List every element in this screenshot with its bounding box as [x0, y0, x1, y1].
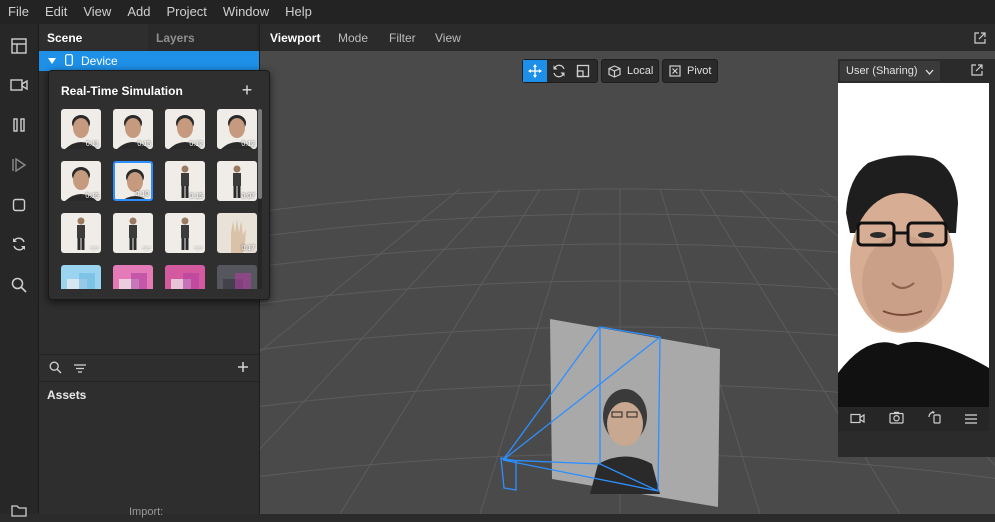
- simulation-thumbnail[interactable]: -:--: [61, 213, 101, 253]
- search-icon[interactable]: [49, 361, 62, 377]
- local-label: Local: [627, 65, 654, 77]
- menu-edit[interactable]: Edit: [37, 0, 75, 24]
- pivot-icon: [669, 65, 681, 77]
- tab-filter[interactable]: Filter: [389, 24, 416, 53]
- simulation-thumbnail[interactable]: [113, 265, 153, 289]
- tab-scene[interactable]: Scene: [39, 24, 148, 51]
- video-camera-icon[interactable]: [850, 412, 865, 427]
- thumbnail-duration: 0:15: [85, 193, 99, 200]
- menu-window[interactable]: Window: [215, 0, 277, 24]
- tab-view[interactable]: View: [435, 24, 461, 53]
- menu-file[interactable]: File: [0, 0, 37, 24]
- preview-select-label: User (Sharing): [846, 65, 918, 77]
- simulation-thumbnail[interactable]: 0:15: [165, 161, 205, 201]
- import-label[interactable]: Import:: [129, 506, 163, 518]
- simulation-thumbnail[interactable]: 0:17: [217, 213, 257, 253]
- popout-icon[interactable]: [971, 64, 983, 79]
- simulation-thumbnail[interactable]: 0:12: [217, 109, 257, 149]
- screenshot-camera-icon[interactable]: [889, 411, 904, 427]
- chevron-down-icon: [925, 62, 934, 82]
- camera-icon[interactable]: [7, 73, 31, 97]
- pivot-label: Pivot: [687, 65, 712, 77]
- preview-camera-feed: [838, 83, 989, 407]
- stop-icon[interactable]: [7, 193, 31, 217]
- simulation-thumbnail[interactable]: 0:15: [61, 161, 101, 201]
- popup-scrollbar[interactable]: [258, 109, 262, 289]
- thumbnail-duration: 0:15: [189, 193, 203, 200]
- search-icon[interactable]: [7, 273, 31, 297]
- simulation-thumbnail[interactable]: [217, 265, 257, 289]
- preview-controls: [838, 407, 989, 431]
- expand-arrow-icon[interactable]: [48, 54, 56, 68]
- simulation-thumbnails: 0:11 0:15 0:12 0:12 0:15 0:10 0:15 0:07 -:-- -:--…: [61, 109, 259, 289]
- layout-icon[interactable]: [7, 34, 31, 58]
- scale-tool-icon[interactable]: [571, 60, 595, 82]
- simulation-thumbnail[interactable]: -:--: [113, 213, 153, 253]
- thumbnail-duration: -:--: [194, 245, 203, 252]
- thumbnail-duration: 0:12: [241, 141, 255, 148]
- cube-icon: [608, 64, 621, 78]
- menu-add[interactable]: Add: [119, 0, 158, 24]
- rotate-tool-icon[interactable]: [547, 60, 571, 82]
- filter-icon[interactable]: [73, 362, 87, 377]
- scene-tabs: Scene Layers: [39, 24, 259, 51]
- side-toolbar: [0, 24, 39, 517]
- preview-person-illustration: [838, 83, 989, 407]
- popup-title: Real-Time Simulation: [61, 84, 183, 98]
- thumbnail-duration: 0:15: [137, 141, 151, 148]
- thumbnail-duration: 0:12: [189, 141, 203, 148]
- simulation-thumbnail[interactable]: 0:12: [165, 109, 205, 149]
- thumbnail-duration: 0:11: [85, 141, 99, 148]
- tab-mode[interactable]: Mode: [338, 24, 368, 53]
- tab-viewport[interactable]: Viewport: [270, 24, 320, 53]
- simulation-thumbnail[interactable]: 0:11: [61, 109, 101, 149]
- simulation-thumbnail[interactable]: -:--: [165, 213, 205, 253]
- simulation-thumbnail[interactable]: [61, 265, 101, 289]
- device-row[interactable]: Device: [39, 51, 259, 71]
- add-object-icon[interactable]: [237, 361, 249, 376]
- thumbnail-duration: -:--: [142, 245, 151, 252]
- menu-project[interactable]: Project: [158, 0, 214, 24]
- popout-icon[interactable]: [974, 32, 986, 47]
- folder-icon[interactable]: [7, 498, 31, 522]
- menu-bar: File Edit View Add Project Window Help: [0, 0, 995, 24]
- thumbnail-duration: -:--: [90, 245, 99, 252]
- device-label: Device: [81, 54, 118, 68]
- refresh-icon[interactable]: [7, 232, 31, 256]
- scene-tools-bar: [39, 354, 259, 382]
- preview-panel: User (Sharing): [838, 59, 995, 457]
- step-forward-icon[interactable]: [7, 153, 31, 177]
- pause-icon[interactable]: [7, 113, 31, 137]
- tab-layers[interactable]: Layers: [148, 24, 257, 51]
- simulation-thumbnail[interactable]: 0:07: [217, 161, 257, 201]
- simulation-popup: Real-Time Simulation + 0:11 0:15 0:12 0:12 0…: [48, 70, 270, 300]
- move-tool-icon[interactable]: [523, 60, 547, 82]
- simulation-thumbnail[interactable]: [165, 265, 205, 289]
- phone-icon: [65, 53, 73, 69]
- menu-help[interactable]: Help: [277, 0, 320, 24]
- simulation-thumbnail[interactable]: 0:10: [113, 161, 153, 201]
- local-toggle[interactable]: Local: [601, 59, 659, 83]
- viewport-panel: Viewport Mode Filter View Local Pivot Us…: [260, 24, 995, 514]
- rotate-device-icon[interactable]: [928, 411, 941, 427]
- simulation-thumbnail[interactable]: 0:15: [113, 109, 153, 149]
- menu-icon[interactable]: [965, 412, 977, 427]
- transform-tools: [522, 59, 598, 83]
- thumbnail-duration: 0:17: [241, 245, 255, 252]
- assets-title: Assets: [47, 388, 87, 402]
- thumbnail-duration: 0:07: [241, 193, 255, 200]
- popup-scrollbar-thumb[interactable]: [258, 109, 262, 199]
- menu-view[interactable]: View: [75, 0, 119, 24]
- viewport-tabs: Viewport Mode Filter View: [260, 24, 995, 51]
- add-simulation-button[interactable]: +: [239, 80, 255, 101]
- preview-user-select[interactable]: User (Sharing): [840, 61, 940, 81]
- thumbnail-duration: 0:10: [135, 191, 149, 198]
- pivot-toggle[interactable]: Pivot: [662, 59, 718, 83]
